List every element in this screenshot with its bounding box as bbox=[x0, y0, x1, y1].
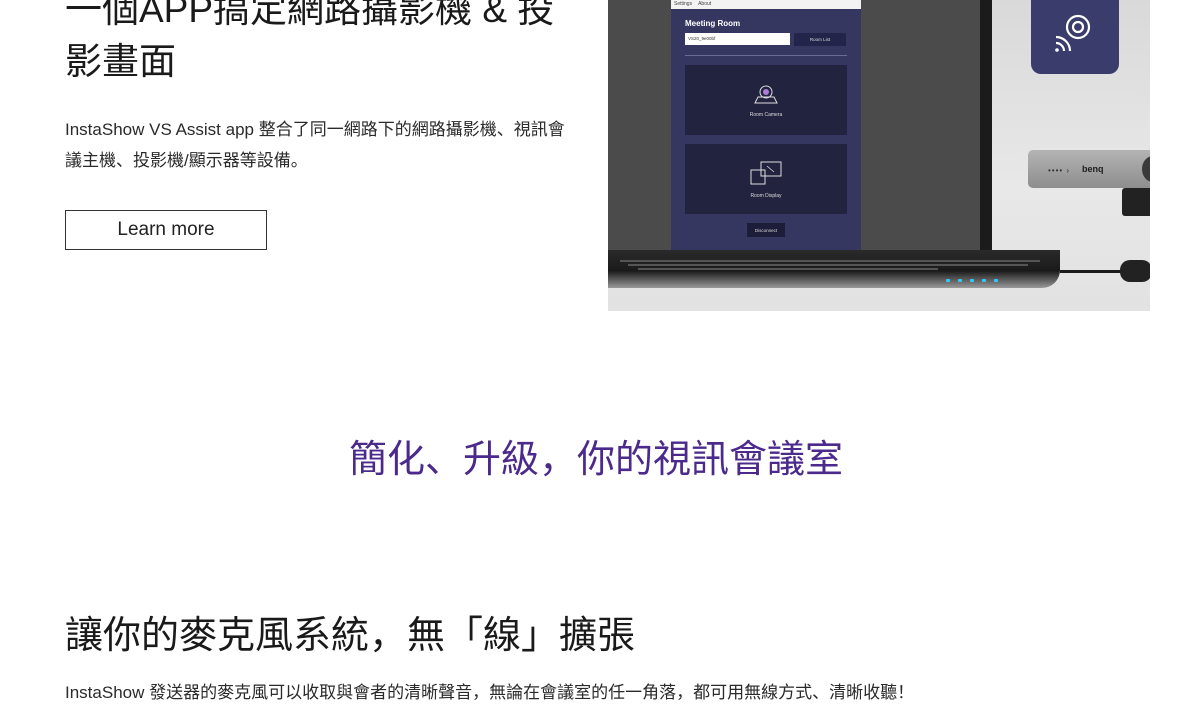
usb-plug bbox=[1120, 260, 1150, 282]
camera-icon bbox=[754, 85, 778, 103]
app-menubar: Settings About bbox=[671, 0, 861, 9]
webcam-mount bbox=[1122, 188, 1150, 216]
laptop-keyboard-base bbox=[608, 250, 1060, 288]
section-title: 簡化、升級，你的視訊會議室 bbox=[348, 439, 843, 481]
app-card-room-camera: Room Camera bbox=[685, 65, 847, 135]
learn-more-button[interactable]: Learn more bbox=[65, 210, 267, 250]
app-divider bbox=[685, 55, 847, 56]
app-card-label-display: Room Display bbox=[750, 192, 782, 199]
microphone-title: 讓你的麥克風系統，無「線」擴張 bbox=[65, 615, 636, 657]
webcam-brand: benq bbox=[1082, 164, 1104, 174]
app-icon-tile bbox=[1031, 0, 1119, 74]
app-window: Settings About Meeting Room VS20_9e00bf … bbox=[671, 0, 861, 250]
microphone-description: InstaShow 發送器的麥克風可以收取與會者的清晰聲音，無論在會議室的任一角… bbox=[65, 683, 915, 702]
app-heading: Meeting Room bbox=[685, 19, 741, 28]
app-card-room-display: Room Display bbox=[685, 144, 847, 214]
app-disconnect-button: Disconnect bbox=[747, 223, 785, 237]
laptop-bezel bbox=[980, 0, 992, 252]
display-icon bbox=[750, 161, 782, 184]
app-device-input: VS20_9e00bf bbox=[685, 33, 790, 45]
app-room-list-button: Room List bbox=[794, 33, 846, 46]
webcam-indicator-dots: •••• › bbox=[1048, 166, 1071, 175]
camera-cast-icon bbox=[1055, 14, 1091, 52]
app-menu-about: About bbox=[698, 1, 712, 7]
app-menu-settings: Settings bbox=[674, 1, 693, 7]
hero-product-image: Settings About Meeting Room VS20_9e00bf … bbox=[608, 0, 1150, 311]
hero-title: 一個APP搞定網路攝影機 & 投影畫面 bbox=[65, 0, 555, 82]
status-leds bbox=[946, 279, 998, 282]
app-card-label-camera: Room Camera bbox=[749, 111, 783, 118]
laptop-screen: Settings About Meeting Room VS20_9e00bf … bbox=[608, 0, 988, 250]
hero-description: InstaShow VS Assist app 整合了同一網路下的網路攝影機、視… bbox=[65, 120, 565, 170]
